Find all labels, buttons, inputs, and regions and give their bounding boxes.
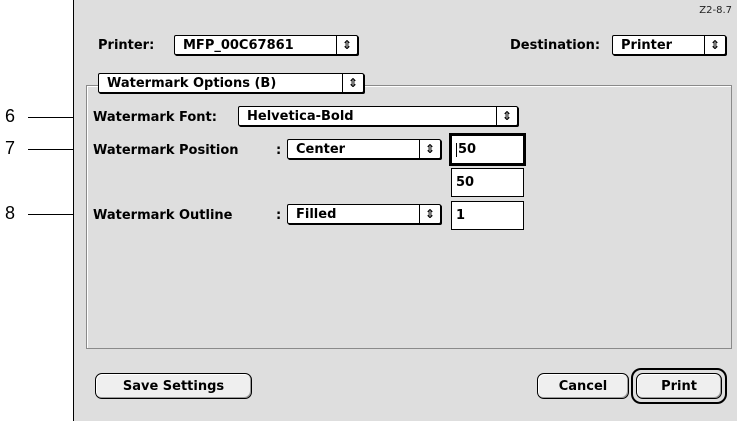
watermark-position-x-value: 50 — [458, 142, 477, 157]
watermark-font-popup[interactable]: Helvetica-Bold ⇕ — [238, 106, 518, 126]
watermark-position-popup[interactable]: Center ⇕ — [287, 139, 441, 159]
watermark-position-label: Watermark Position — [93, 143, 239, 158]
updown-arrow-icon: ⇕ — [496, 107, 517, 125]
print-dialog: Z2-8.7 Printer: MFP_00C67861 ⇕ Destinati… — [73, 0, 737, 421]
watermark-outline-label: Watermark Outline — [93, 208, 233, 223]
updown-arrow-icon: ⇕ — [419, 140, 440, 158]
printer-label: Printer: — [98, 38, 155, 53]
destination-popup[interactable]: Printer ⇕ — [612, 35, 726, 55]
watermark-position-x-field[interactable]: 50 — [449, 133, 526, 166]
destination-label: Destination: — [510, 38, 601, 53]
text-caret — [456, 142, 457, 157]
printer-value: MFP_00C67861 — [183, 37, 294, 53]
panel-selector-popup[interactable]: Watermark Options (B) ⇕ — [98, 73, 364, 93]
watermark-position-y-value: 50 — [456, 175, 475, 190]
printer-popup[interactable]: MFP_00C67861 ⇕ — [174, 35, 358, 55]
updown-arrow-icon: ⇕ — [342, 74, 363, 92]
watermark-position-colon: : — [276, 143, 282, 158]
callout-6: 6 — [5, 106, 16, 126]
cancel-button[interactable]: Cancel — [537, 373, 629, 399]
watermark-position-y-field[interactable]: 50 — [451, 168, 524, 197]
watermark-outline-value: Filled — [296, 206, 337, 222]
callout-8: 8 — [5, 203, 16, 223]
watermark-outline-popup[interactable]: Filled ⇕ — [287, 204, 441, 224]
watermark-font-value: Helvetica-Bold — [247, 108, 354, 124]
callout-7: 7 — [5, 138, 16, 158]
watermark-outline-width-field[interactable]: 1 — [451, 201, 524, 230]
updown-arrow-icon: ⇕ — [419, 205, 440, 223]
watermark-outline-width-value: 1 — [456, 208, 466, 223]
panel-selector-value: Watermark Options (B) — [107, 75, 277, 91]
save-settings-button[interactable]: Save Settings — [95, 373, 252, 399]
updown-arrow-icon: ⇕ — [704, 36, 725, 54]
watermark-outline-colon: : — [276, 208, 282, 223]
watermark-font-label: Watermark Font: — [93, 110, 217, 125]
figure-reference: Z2-8.7 — [699, 5, 732, 16]
watermark-position-value: Center — [296, 141, 346, 157]
updown-arrow-icon: ⇕ — [336, 36, 357, 54]
destination-value: Printer — [621, 37, 673, 53]
print-button[interactable]: Print — [636, 373, 722, 399]
